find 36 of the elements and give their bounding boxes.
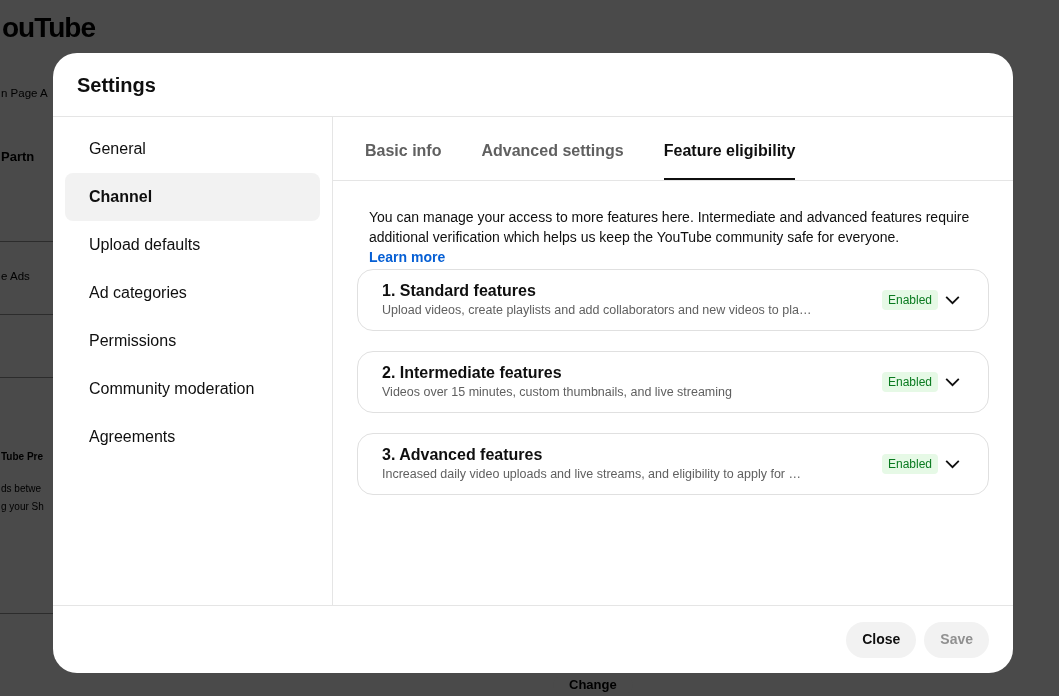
dialog-title: Settings	[77, 72, 156, 98]
learn-more-link[interactable]: Learn more	[369, 249, 446, 265]
feature-card[interactable]: 1. Standard features Upload videos, create playlists and add collaborators and new videos to pla… Enabled	[357, 269, 989, 331]
sidebar-item[interactable]: General	[65, 125, 320, 173]
dialog-button[interactable]: Close	[846, 621, 917, 658]
background-text: Tube Pre	[1, 452, 44, 462]
status-badge: Enabled	[881, 290, 938, 310]
background-text: n Page A	[1, 88, 48, 100]
status-badge: Enabled	[881, 454, 938, 474]
sidebar-item[interactable]: Ad categories	[65, 269, 320, 317]
status-badge: Enabled	[881, 372, 938, 392]
feature-description: Increased daily video uploads and live streams, and eligibility to apply for …	[382, 466, 802, 483]
feature-card[interactable]: 3. Advanced features Increased daily video uploads and live streams, and eligibility to apply for … Enabled	[357, 433, 989, 495]
sidebar-item[interactable]: Permissions	[65, 317, 320, 365]
tab[interactable]: Feature eligibility	[663, 139, 796, 180]
feature-title: 3. Advanced features	[382, 445, 544, 465]
background-text: g your Sh	[1, 502, 44, 512]
feature-title: 1. Standard features	[382, 281, 537, 301]
background-text: e Ads	[1, 271, 30, 283]
chevron-down-icon[interactable]	[945, 295, 960, 305]
feature-title: 2. Intermediate features	[382, 363, 563, 383]
brand-title: ouTube	[2, 14, 95, 42]
background-text: ds betwe	[1, 484, 42, 494]
chevron-down-icon[interactable]	[945, 377, 960, 387]
intro-text: You can manage your access to more features here. Intermediate and advanced features require additional verification which helps us keep the YouTube community safe for everyone.	[369, 209, 970, 245]
tab[interactable]: Basic info	[365, 139, 442, 180]
feature-card[interactable]: 2. Intermediate features Videos over 15 minutes, custom thumbnails, and live streaming Enabled	[357, 351, 989, 413]
sidebar-item[interactable]: Agreements	[65, 413, 320, 461]
sidebar-item[interactable]: Channel	[65, 173, 320, 221]
tab[interactable]: Advanced settings	[481, 139, 624, 180]
feature-description: Upload videos, create playlists and add collaborators and new videos to pla…	[382, 302, 813, 319]
chevron-down-icon[interactable]	[945, 459, 960, 469]
sidebar-item[interactable]: Upload defaults	[65, 221, 320, 269]
sidebar-item[interactable]: Community moderation	[65, 365, 320, 413]
background-text: Partn	[1, 150, 35, 163]
feature-description: Videos over 15 minutes, custom thumbnails, and live streaming	[382, 384, 733, 401]
